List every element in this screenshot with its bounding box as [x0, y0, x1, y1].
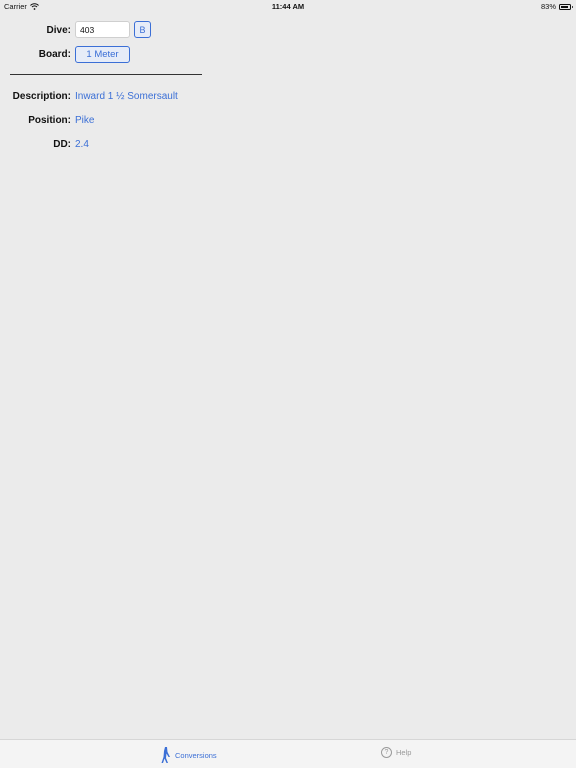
tab-help[interactable]: ? Help	[381, 747, 411, 758]
board-label: Board:	[38, 49, 71, 60]
tab-bar: Conversions ? Help	[0, 739, 576, 768]
diver-icon	[161, 747, 170, 763]
position-label: Position:	[28, 115, 71, 126]
b-button[interactable]: B	[134, 21, 151, 38]
dive-label: Dive:	[46, 25, 71, 36]
description-value: Inward 1 ½ Somersault	[75, 91, 178, 102]
tab-conversions[interactable]: Conversions	[161, 747, 217, 763]
battery-percent: 83%	[540, 2, 556, 11]
position-value: Pike	[75, 115, 95, 126]
board-button[interactable]: 1 Meter	[75, 46, 130, 63]
battery-icon	[559, 3, 573, 10]
question-circle-icon: ?	[381, 747, 392, 758]
tab-conversions-label: Conversions	[175, 750, 217, 760]
description-label: Description:	[12, 91, 71, 102]
dd-value: 2.4	[75, 139, 89, 150]
battery-fill	[561, 5, 568, 8]
battery-indicator: 83%	[540, 2, 573, 11]
dive-input[interactable]	[75, 21, 130, 38]
divider	[10, 74, 202, 75]
status-time: 11:44 AM	[271, 2, 305, 11]
tab-help-label: Help	[396, 748, 412, 757]
dd-label: DD:	[53, 139, 71, 150]
status-bar: Carrier 11:44 AM 83%	[0, 0, 576, 12]
